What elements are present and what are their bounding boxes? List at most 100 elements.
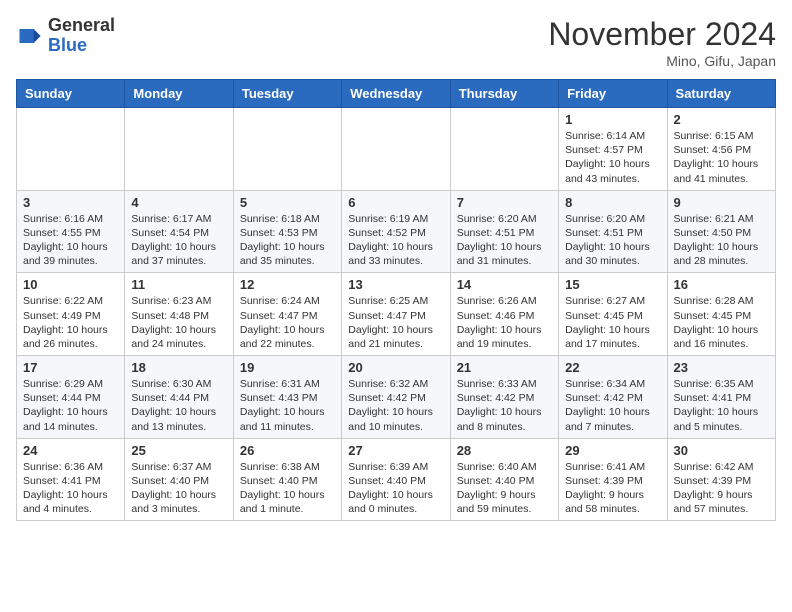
cell-info: Sunrise: 6:41 AM Sunset: 4:39 PM Dayligh… bbox=[565, 460, 660, 517]
cell-info: Sunrise: 6:24 AM Sunset: 4:47 PM Dayligh… bbox=[240, 294, 335, 351]
day-number: 12 bbox=[240, 277, 335, 292]
day-number: 2 bbox=[674, 112, 769, 127]
day-number: 22 bbox=[565, 360, 660, 375]
calendar-cell bbox=[342, 108, 450, 191]
day-number: 26 bbox=[240, 443, 335, 458]
day-number: 9 bbox=[674, 195, 769, 210]
day-number: 23 bbox=[674, 360, 769, 375]
cell-info: Sunrise: 6:31 AM Sunset: 4:43 PM Dayligh… bbox=[240, 377, 335, 434]
cell-info: Sunrise: 6:28 AM Sunset: 4:45 PM Dayligh… bbox=[674, 294, 769, 351]
weekday-header-thursday: Thursday bbox=[450, 80, 558, 108]
cell-info: Sunrise: 6:35 AM Sunset: 4:41 PM Dayligh… bbox=[674, 377, 769, 434]
day-number: 28 bbox=[457, 443, 552, 458]
day-number: 17 bbox=[23, 360, 118, 375]
day-number: 14 bbox=[457, 277, 552, 292]
calendar-cell: 27Sunrise: 6:39 AM Sunset: 4:40 PM Dayli… bbox=[342, 438, 450, 521]
calendar-cell bbox=[17, 108, 125, 191]
day-number: 25 bbox=[131, 443, 226, 458]
calendar-cell: 11Sunrise: 6:23 AM Sunset: 4:48 PM Dayli… bbox=[125, 273, 233, 356]
calendar-cell: 26 Sunrise: 6:38 AM Sunset: 4:40 PM Dayli… bbox=[233, 438, 341, 521]
cell-info: Sunrise: 6:26 AM Sunset: 4:46 PM Dayligh… bbox=[457, 294, 552, 351]
calendar-cell: 25 Sunrise: 6:37 AM Sunset: 4:40 PM Dayli… bbox=[125, 438, 233, 521]
day-number: 1 bbox=[565, 112, 660, 127]
calendar-cell: 2Sunrise: 6:15 AM Sunset: 4:56 PM Daylig… bbox=[667, 108, 775, 191]
weekday-header-saturday: Saturday bbox=[667, 80, 775, 108]
calendar-cell: 8 Sunrise: 6:20 AM Sunset: 4:51 PM Daylig… bbox=[559, 190, 667, 273]
cell-info: Sunrise: 6:23 AM Sunset: 4:48 PM Dayligh… bbox=[131, 294, 226, 351]
calendar-cell: 12 Sunrise: 6:24 AM Sunset: 4:47 PM Dayli… bbox=[233, 273, 341, 356]
calendar-cell: 9Sunrise: 6:21 AM Sunset: 4:50 PM Daylig… bbox=[667, 190, 775, 273]
logo: General Blue bbox=[16, 16, 115, 56]
cell-info: Sunrise: 6:37 AM Sunset: 4:40 PM Dayligh… bbox=[131, 460, 226, 517]
calendar-cell: 28 Sunrise: 6:40 AM Sunset: 4:40 PM Dayli… bbox=[450, 438, 558, 521]
weekday-header-friday: Friday bbox=[559, 80, 667, 108]
calendar-cell: 1 Sunrise: 6:14 AM Sunset: 4:57 PM Daylig… bbox=[559, 108, 667, 191]
cell-info: Sunrise: 6:40 AM Sunset: 4:40 PM Dayligh… bbox=[457, 460, 552, 517]
cell-info: Sunrise: 6:36 AM Sunset: 4:41 PM Dayligh… bbox=[23, 460, 118, 517]
calendar-cell: 3 Sunrise: 6:16 AM Sunset: 4:55 PM Daylig… bbox=[17, 190, 125, 273]
calendar-week-5: 24 Sunrise: 6:36 AM Sunset: 4:41 PM Dayli… bbox=[17, 438, 776, 521]
weekday-header-row: SundayMondayTuesdayWednesdayThursdayFrid… bbox=[17, 80, 776, 108]
calendar-cell: 22 Sunrise: 6:34 AM Sunset: 4:42 PM Dayli… bbox=[559, 356, 667, 439]
weekday-header-sunday: Sunday bbox=[17, 80, 125, 108]
day-number: 3 bbox=[23, 195, 118, 210]
day-number: 4 bbox=[131, 195, 226, 210]
calendar-cell: 15 Sunrise: 6:27 AM Sunset: 4:45 PM Dayli… bbox=[559, 273, 667, 356]
logo-icon bbox=[16, 22, 44, 50]
calendar-cell: 6Sunrise: 6:19 AM Sunset: 4:52 PM Daylig… bbox=[342, 190, 450, 273]
cell-info: Sunrise: 6:22 AM Sunset: 4:49 PM Dayligh… bbox=[23, 294, 118, 351]
calendar-cell: 21 Sunrise: 6:33 AM Sunset: 4:42 PM Dayli… bbox=[450, 356, 558, 439]
calendar-cell: 17Sunrise: 6:29 AM Sunset: 4:44 PM Dayli… bbox=[17, 356, 125, 439]
cell-info: Sunrise: 6:34 AM Sunset: 4:42 PM Dayligh… bbox=[565, 377, 660, 434]
logo-general: General bbox=[48, 15, 115, 35]
logo-text: General Blue bbox=[48, 16, 115, 56]
day-number: 18 bbox=[131, 360, 226, 375]
calendar-cell: 20Sunrise: 6:32 AM Sunset: 4:42 PM Dayli… bbox=[342, 356, 450, 439]
cell-info: Sunrise: 6:33 AM Sunset: 4:42 PM Dayligh… bbox=[457, 377, 552, 434]
calendar-week-2: 3 Sunrise: 6:16 AM Sunset: 4:55 PM Daylig… bbox=[17, 190, 776, 273]
calendar-week-3: 10 Sunrise: 6:22 AM Sunset: 4:49 PM Dayli… bbox=[17, 273, 776, 356]
page-header: General Blue November 2024 Mino, Gifu, J… bbox=[16, 16, 776, 69]
cell-info: Sunrise: 6:20 AM Sunset: 4:51 PM Dayligh… bbox=[565, 212, 660, 269]
cell-info: Sunrise: 6:17 AM Sunset: 4:54 PM Dayligh… bbox=[131, 212, 226, 269]
day-number: 16 bbox=[674, 277, 769, 292]
day-number: 7 bbox=[457, 195, 552, 210]
calendar-cell: 23 Sunrise: 6:35 AM Sunset: 4:41 PM Dayli… bbox=[667, 356, 775, 439]
cell-info: Sunrise: 6:16 AM Sunset: 4:55 PM Dayligh… bbox=[23, 212, 118, 269]
weekday-header-tuesday: Tuesday bbox=[233, 80, 341, 108]
cell-info: Sunrise: 6:39 AM Sunset: 4:40 PM Dayligh… bbox=[348, 460, 443, 517]
calendar-cell bbox=[125, 108, 233, 191]
calendar-cell: 24 Sunrise: 6:36 AM Sunset: 4:41 PM Dayli… bbox=[17, 438, 125, 521]
calendar-cell bbox=[233, 108, 341, 191]
cell-info: Sunrise: 6:14 AM Sunset: 4:57 PM Dayligh… bbox=[565, 129, 660, 186]
weekday-header-monday: Monday bbox=[125, 80, 233, 108]
cell-info: Sunrise: 6:32 AM Sunset: 4:42 PM Dayligh… bbox=[348, 377, 443, 434]
cell-info: Sunrise: 6:18 AM Sunset: 4:53 PM Dayligh… bbox=[240, 212, 335, 269]
day-number: 8 bbox=[565, 195, 660, 210]
calendar-cell: 13Sunrise: 6:25 AM Sunset: 4:47 PM Dayli… bbox=[342, 273, 450, 356]
cell-info: Sunrise: 6:20 AM Sunset: 4:51 PM Dayligh… bbox=[457, 212, 552, 269]
calendar-cell: 14 Sunrise: 6:26 AM Sunset: 4:46 PM Dayli… bbox=[450, 273, 558, 356]
calendar-cell bbox=[450, 108, 558, 191]
calendar-cell: 19Sunrise: 6:31 AM Sunset: 4:43 PM Dayli… bbox=[233, 356, 341, 439]
day-number: 15 bbox=[565, 277, 660, 292]
calendar-cell: 30Sunrise: 6:42 AM Sunset: 4:39 PM Dayli… bbox=[667, 438, 775, 521]
calendar-week-4: 17Sunrise: 6:29 AM Sunset: 4:44 PM Dayli… bbox=[17, 356, 776, 439]
day-number: 13 bbox=[348, 277, 443, 292]
calendar-cell: 29 Sunrise: 6:41 AM Sunset: 4:39 PM Dayli… bbox=[559, 438, 667, 521]
day-number: 21 bbox=[457, 360, 552, 375]
calendar-cell: 10 Sunrise: 6:22 AM Sunset: 4:49 PM Dayli… bbox=[17, 273, 125, 356]
day-number: 10 bbox=[23, 277, 118, 292]
day-number: 5 bbox=[240, 195, 335, 210]
calendar-cell: 16 Sunrise: 6:28 AM Sunset: 4:45 PM Dayli… bbox=[667, 273, 775, 356]
day-number: 24 bbox=[23, 443, 118, 458]
cell-info: Sunrise: 6:42 AM Sunset: 4:39 PM Dayligh… bbox=[674, 460, 769, 517]
day-number: 6 bbox=[348, 195, 443, 210]
calendar-cell: 7 Sunrise: 6:20 AM Sunset: 4:51 PM Daylig… bbox=[450, 190, 558, 273]
day-number: 29 bbox=[565, 443, 660, 458]
calendar-cell: 5 Sunrise: 6:18 AM Sunset: 4:53 PM Daylig… bbox=[233, 190, 341, 273]
cell-info: Sunrise: 6:38 AM Sunset: 4:40 PM Dayligh… bbox=[240, 460, 335, 517]
cell-info: Sunrise: 6:27 AM Sunset: 4:45 PM Dayligh… bbox=[565, 294, 660, 351]
calendar-cell: 18Sunrise: 6:30 AM Sunset: 4:44 PM Dayli… bbox=[125, 356, 233, 439]
calendar-table: SundayMondayTuesdayWednesdayThursdayFrid… bbox=[16, 79, 776, 521]
